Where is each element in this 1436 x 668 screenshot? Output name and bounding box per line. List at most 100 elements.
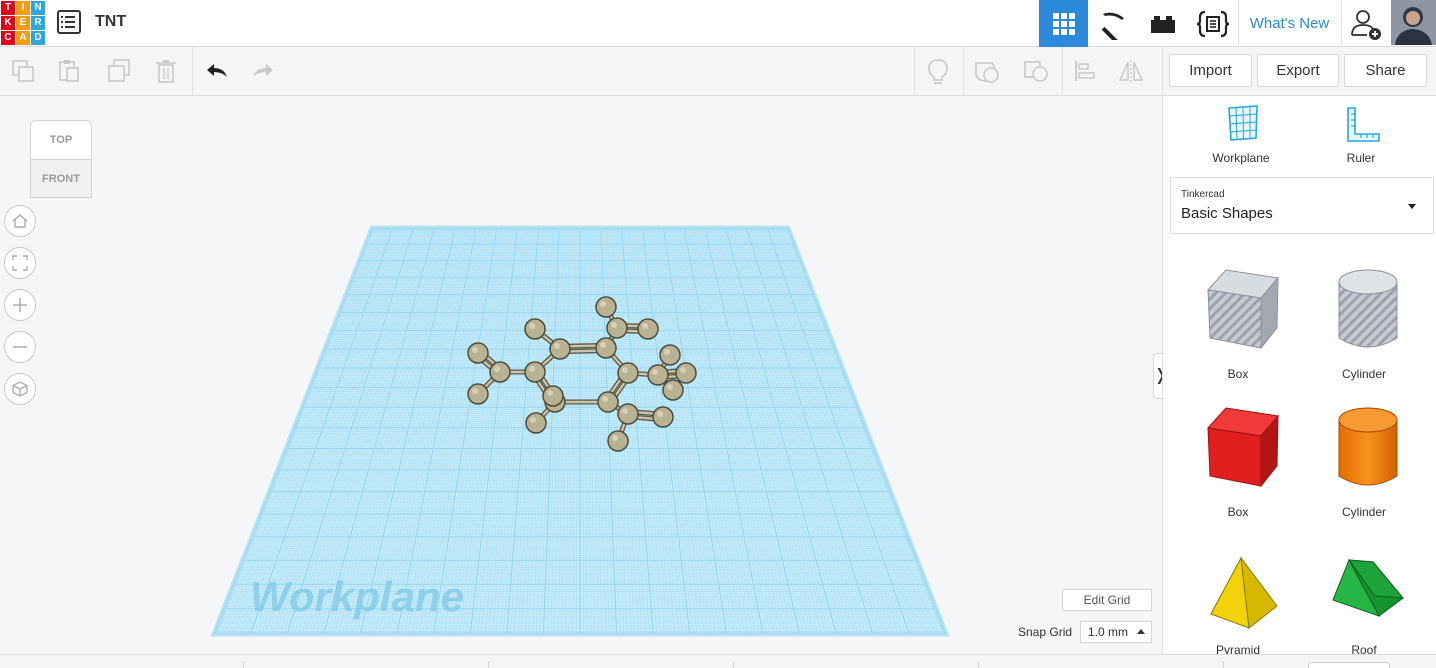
molecule-atom[interactable]: [606, 317, 628, 339]
shape-cylinder-hole[interactable]: Cylinder: [1304, 264, 1424, 394]
ruler-icon: [1347, 107, 1380, 142]
import-button[interactable]: Import: [1169, 54, 1252, 87]
caret-up-icon: [1137, 629, 1145, 634]
duplicate-button[interactable]: [96, 47, 142, 95]
logo-letter: C: [1, 31, 15, 45]
atom-highlight: [529, 323, 535, 329]
snap-grid-select[interactable]: 1.0 mm: [1080, 621, 1152, 643]
ruler-tool[interactable]: Ruler: [1301, 96, 1421, 174]
molecule-atom[interactable]: [595, 296, 617, 318]
molecule-atom[interactable]: [467, 383, 489, 405]
view-cube-front[interactable]: FRONT: [30, 160, 92, 198]
copy-button[interactable]: [0, 47, 46, 95]
molecule-atom[interactable]: [647, 364, 669, 386]
molecule-atom[interactable]: [675, 362, 697, 384]
molecule-atom[interactable]: [597, 391, 619, 413]
zoom-out-button[interactable]: [4, 331, 36, 363]
design-title[interactable]: TNT: [95, 13, 126, 31]
3d-viewport[interactable]: Workplane TOP FRONT Edit Grid Snap Grid …: [0, 96, 1162, 654]
code-braces-icon: [1196, 10, 1230, 37]
share-button[interactable]: Share: [1344, 54, 1427, 87]
design-list-icon[interactable]: [57, 10, 81, 34]
atom-highlight: [600, 301, 606, 307]
undo-button[interactable]: [194, 47, 240, 95]
fit-view-button[interactable]: [4, 247, 36, 279]
molecule-atom[interactable]: [637, 318, 659, 340]
codeblocks-view-button[interactable]: [1189, 0, 1237, 47]
group-icon: [975, 62, 999, 83]
group-button[interactable]: [964, 47, 1010, 95]
view-cube[interactable]: TOP FRONT: [28, 118, 94, 198]
delete-button[interactable]: [143, 47, 189, 95]
shape-label: Box: [1227, 367, 1249, 381]
align-button[interactable]: [1062, 47, 1108, 95]
logo-letter: T: [1, 1, 15, 15]
molecule-atom[interactable]: [595, 337, 617, 359]
grid-view-icon: [1052, 12, 1075, 35]
molecule-atom[interactable]: [467, 342, 489, 364]
box-hole-icon: [1207, 269, 1279, 350]
redo-button[interactable]: [240, 47, 286, 95]
molecule-atom[interactable]: [549, 338, 571, 360]
shape-roof[interactable]: Roof: [1304, 540, 1424, 668]
atom-highlight: [472, 388, 478, 394]
edit-grid-button[interactable]: Edit Grid: [1062, 589, 1152, 611]
lightbulb-icon: [928, 59, 948, 84]
molecule-atom[interactable]: [662, 379, 684, 401]
add-user-icon: [1350, 9, 1381, 40]
molecule-atom[interactable]: [489, 361, 511, 383]
shape-pyramid[interactable]: Pyramid: [1178, 540, 1298, 668]
atom-highlight: [622, 367, 628, 373]
atom-highlight: [642, 323, 648, 329]
brick-icon: [1151, 15, 1175, 33]
ungroup-button[interactable]: [1013, 47, 1059, 95]
workplane-tool[interactable]: Workplane: [1181, 96, 1301, 174]
shape-box-hole[interactable]: Box: [1178, 264, 1298, 394]
view-cube-top[interactable]: TOP: [30, 120, 92, 160]
paste-button[interactable]: [46, 47, 92, 95]
home-icon: [12, 214, 28, 228]
redo-icon: [253, 64, 273, 77]
align-icon: [1075, 61, 1095, 81]
molecule-atom[interactable]: [607, 430, 629, 452]
workplane-canvas: Workplane: [210, 225, 950, 637]
bottom-tab[interactable]: [1308, 662, 1390, 668]
molecule-atom[interactable]: [659, 344, 681, 366]
export-button[interactable]: Export: [1257, 54, 1339, 87]
duplicate-icon: [108, 59, 130, 82]
shape-box[interactable]: Box: [1178, 402, 1298, 532]
minus-icon: [13, 346, 27, 348]
molecule-atom[interactable]: [524, 318, 546, 340]
invite-user-button[interactable]: [1341, 0, 1389, 47]
whats-new-link[interactable]: What's New: [1238, 0, 1340, 47]
molecule-atom[interactable]: [525, 412, 547, 434]
workplane-tool-label: Workplane: [1212, 151, 1270, 165]
shape-library-select[interactable]: Tinkercad Basic Shapes: [1170, 177, 1434, 234]
workplane-icon: [1228, 105, 1258, 141]
mirror-button[interactable]: [1108, 47, 1154, 95]
divider: [978, 661, 979, 668]
3d-design-view-button[interactable]: [1039, 0, 1088, 47]
shape-cylinder[interactable]: Cylinder: [1304, 402, 1424, 532]
notes-button[interactable]: [915, 47, 961, 95]
atom-highlight: [680, 367, 686, 373]
molecule-atom[interactable]: [542, 385, 564, 407]
user-avatar[interactable]: [1391, 0, 1436, 45]
molecule-atom[interactable]: [617, 403, 639, 425]
mirror-icon: [1118, 60, 1144, 82]
divider: [1223, 661, 1224, 668]
cylinder-icon: [1338, 407, 1398, 486]
tinkercad-logo[interactable]: TIN KER CAD: [0, 0, 45, 45]
zoom-in-button[interactable]: [4, 289, 36, 321]
blocks-view-button[interactable]: [1089, 0, 1137, 47]
molecule-atom[interactable]: [617, 362, 639, 384]
molecule-atom[interactable]: [524, 361, 546, 383]
atom-highlight: [472, 347, 478, 353]
bricks-view-button[interactable]: [1139, 0, 1187, 47]
perspective-toggle-button[interactable]: [4, 373, 36, 405]
pickaxe-icon: [1101, 12, 1124, 40]
molecule-atom[interactable]: [652, 406, 674, 428]
avatar-image: [1391, 0, 1436, 45]
home-view-button[interactable]: [4, 205, 36, 237]
copy-icon: [12, 60, 34, 82]
